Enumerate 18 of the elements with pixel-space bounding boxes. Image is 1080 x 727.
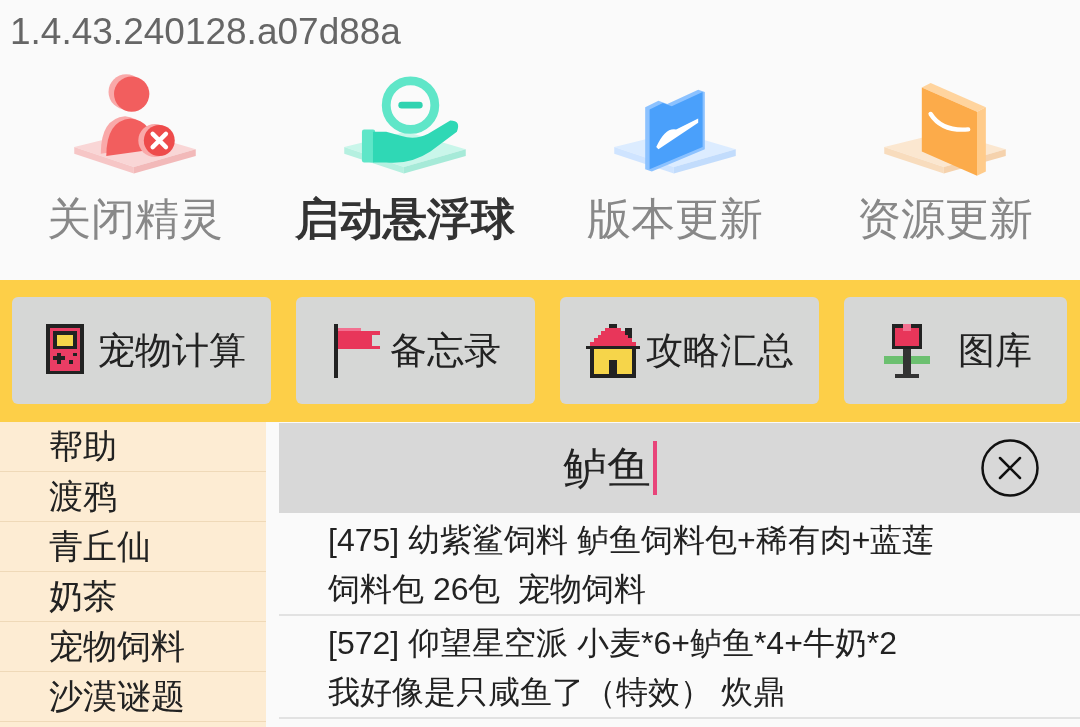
sidebar-item[interactable]: 沙漠谜题 <box>0 672 266 722</box>
version-label: 1.4.43.240128.a07d88a <box>10 10 401 54</box>
clear-icon <box>981 439 1039 497</box>
search-field[interactable]: 鲈鱼 <box>279 423 1080 513</box>
sidebar-item[interactable]: 渡鸦 <box>0 472 266 522</box>
action-button[interactable]: 启动悬浮球 <box>270 62 540 246</box>
result-item[interactable]: [475] 幼紫鲨饲料 鲈鱼饲料包+稀有肉+蓝莲 饲料包 26包 宠物饲料 <box>279 513 1080 616</box>
tool-button[interactable]: 攻略汇总 <box>560 297 819 404</box>
clear-button[interactable] <box>981 439 1039 497</box>
sidebar-item[interactable]: 帮助 <box>0 422 266 472</box>
tool-button[interactable]: 图库 <box>844 297 1067 404</box>
sidebar-item[interactable]: 宠物饲料 <box>0 622 266 672</box>
sidebar-item[interactable]: 青丘仙 <box>0 522 266 572</box>
sidebar-item[interactable]: 奶茶 <box>0 572 266 622</box>
tool-button[interactable]: 宠物计算 <box>12 297 271 404</box>
house-icon <box>585 323 640 378</box>
tool-button[interactable]: 备忘录 <box>296 297 535 404</box>
result-item[interactable]: [572] 仰望星空派 小麦*6+鲈鱼*4+牛奶*2 我好像是只咸鱼了（特效） 炊鼎 <box>279 616 1080 719</box>
